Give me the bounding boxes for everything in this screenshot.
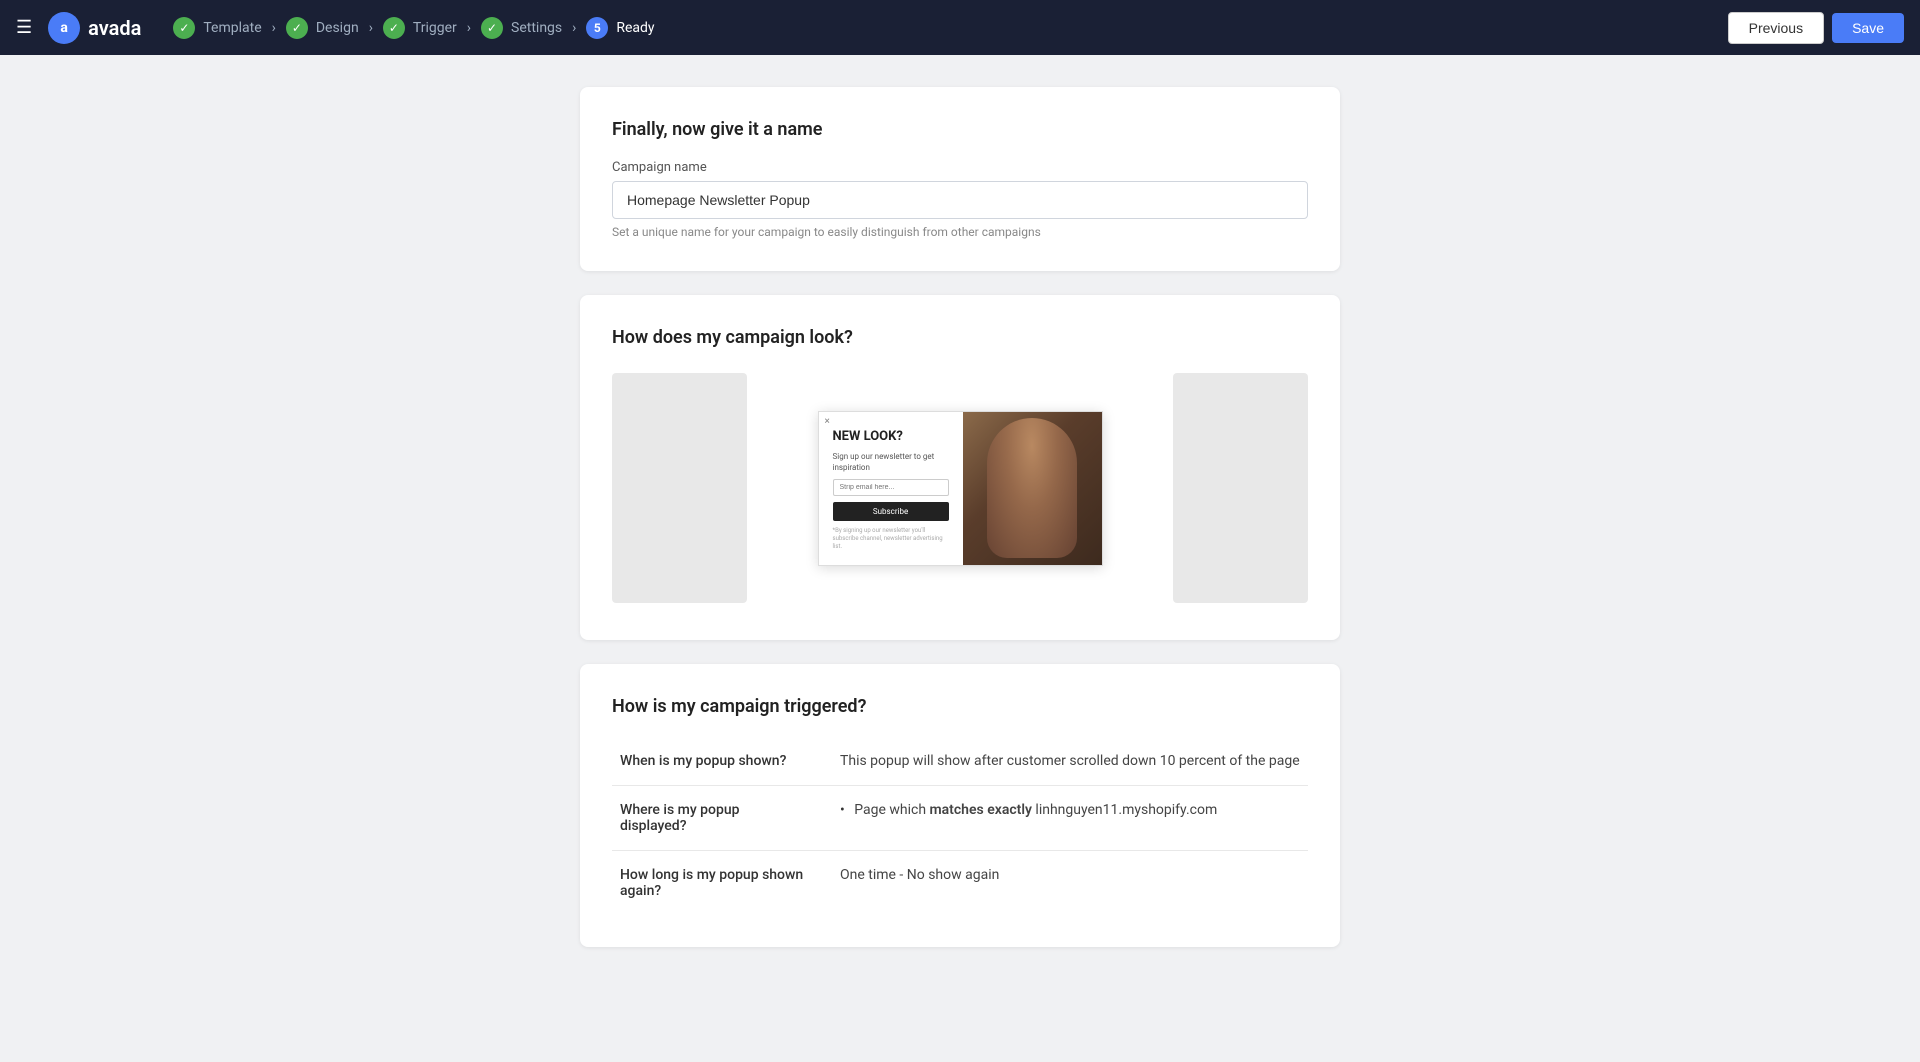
- step-check-design: ✓: [286, 17, 308, 39]
- step-check-settings: ✓: [481, 17, 503, 39]
- step-template[interactable]: ✓ Template: [173, 17, 261, 39]
- logo-text: avada: [88, 16, 141, 40]
- step-design[interactable]: ✓ Design: [286, 17, 359, 39]
- trigger-value-where-suffix: linhnguyen11.myshopify.com: [1032, 802, 1217, 818]
- step-label-ready: Ready: [616, 20, 654, 36]
- preview-center: × NEW LOOK? Sign up our newsletter to ge…: [747, 401, 1173, 576]
- popup-right-panel: [963, 412, 1102, 565]
- main-content: Finally, now give it a name Campaign nam…: [0, 55, 1920, 979]
- step-label-design: Design: [316, 20, 359, 36]
- previous-button[interactable]: Previous: [1728, 12, 1824, 44]
- trigger-label-where: Where is my popup displayed?: [612, 786, 832, 851]
- popup-mockup: × NEW LOOK? Sign up our newsletter to ge…: [818, 411, 1103, 566]
- step-label-settings: Settings: [511, 20, 562, 36]
- preview-side-left: [612, 373, 747, 603]
- step-trigger[interactable]: ✓ Trigger: [383, 17, 457, 39]
- popup-disclaimer: *By signing up our newsletter you'll sub…: [833, 527, 949, 550]
- campaign-name-hint: Set a unique name for your campaign to e…: [612, 225, 1308, 239]
- step-arrow-1: ›: [272, 20, 276, 36]
- woman-image: [987, 418, 1077, 558]
- table-row-where: Where is my popup displayed? • Page whic…: [612, 786, 1308, 851]
- topnav-actions: Previous Save: [1728, 12, 1904, 44]
- preview-side-right: [1173, 373, 1308, 603]
- bullet-icon: •: [840, 802, 845, 818]
- logo-icon: a: [48, 12, 80, 44]
- app-logo: a avada: [48, 12, 141, 44]
- campaign-triggered-card: How is my campaign triggered? When is my…: [580, 664, 1340, 947]
- trigger-label-how-long: How long is my popup shown again?: [612, 851, 832, 916]
- step-check-trigger: ✓: [383, 17, 405, 39]
- step-label-trigger: Trigger: [413, 20, 457, 36]
- popup-subscribe-button[interactable]: Subscribe: [833, 502, 949, 521]
- trigger-value-where: • Page which matches exactly linhnguyen1…: [832, 786, 1308, 851]
- trigger-label-when: When is my popup shown?: [612, 737, 832, 786]
- popup-email-input[interactable]: [833, 479, 949, 496]
- step-settings[interactable]: ✓ Settings: [481, 17, 562, 39]
- popup-image: [963, 412, 1102, 565]
- breadcrumb-steps: ✓ Template › ✓ Design › ✓ Trigger › ✓ Se…: [173, 17, 1715, 39]
- step-arrow-2: ›: [369, 20, 373, 36]
- trigger-value-where-bold: matches exactly: [930, 802, 1032, 818]
- popup-subtext: Sign up our newsletter to get inspiratio…: [833, 451, 949, 473]
- campaign-name-input[interactable]: [612, 181, 1308, 219]
- save-button[interactable]: Save: [1832, 13, 1904, 43]
- campaign-name-label: Campaign name: [612, 160, 1308, 175]
- campaign-preview: × NEW LOOK? Sign up our newsletter to ge…: [612, 368, 1308, 608]
- table-row-when: When is my popup shown? This popup will …: [612, 737, 1308, 786]
- trigger-table: When is my popup shown? This popup will …: [612, 737, 1308, 915]
- trigger-value-when: This popup will show after customer scro…: [832, 737, 1308, 786]
- step-arrow-3: ›: [467, 20, 471, 36]
- top-navigation: ☰ a avada ✓ Template › ✓ Design › ✓ Trig…: [0, 0, 1920, 55]
- campaign-look-card: How does my campaign look? × NEW LOOK? S…: [580, 295, 1340, 640]
- step-arrow-4: ›: [572, 20, 576, 36]
- campaign-name-card: Finally, now give it a name Campaign nam…: [580, 87, 1340, 271]
- table-row-how-long: How long is my popup shown again? One ti…: [612, 851, 1308, 916]
- trigger-value-how-long: One time - No show again: [832, 851, 1308, 916]
- hamburger-icon[interactable]: ☰: [16, 17, 32, 38]
- campaign-look-title: How does my campaign look?: [612, 327, 1308, 348]
- campaign-triggered-title: How is my campaign triggered?: [612, 696, 1308, 717]
- trigger-value-where-prefix: Page which: [854, 802, 929, 818]
- popup-left-panel: NEW LOOK? Sign up our newsletter to get …: [819, 412, 963, 565]
- step-num-ready: 5: [586, 17, 608, 39]
- popup-heading: NEW LOOK?: [833, 429, 949, 445]
- step-ready[interactable]: 5 Ready: [586, 17, 654, 39]
- campaign-name-title: Finally, now give it a name: [612, 119, 1308, 140]
- step-label-template: Template: [203, 20, 261, 36]
- popup-close-icon[interactable]: ×: [825, 416, 830, 427]
- step-check-template: ✓: [173, 17, 195, 39]
